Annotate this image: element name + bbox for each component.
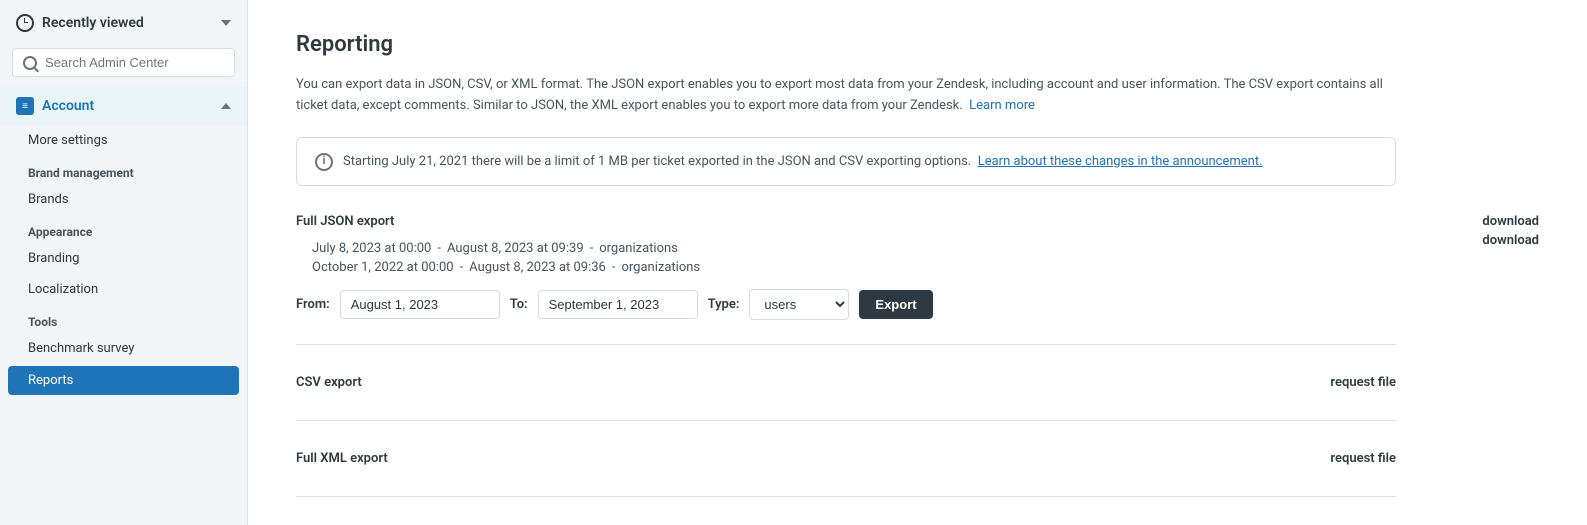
page-title: Reporting — [296, 32, 1539, 57]
search-input[interactable] — [45, 55, 224, 70]
sidebar-group-appearance: Appearance — [0, 215, 247, 243]
recently-viewed-label: Recently viewed — [42, 15, 144, 31]
full-json-export-content: Full JSON export July 8, 2023 at 00:00 -… — [296, 214, 933, 320]
info-icon: i — [315, 153, 333, 171]
main-content: Reporting You can export data in JSON, C… — [248, 0, 1587, 525]
clock-icon — [16, 14, 34, 32]
sidebar-item-brands[interactable]: Brands — [0, 184, 247, 215]
download-link-1[interactable]: download — [1459, 214, 1539, 229]
sidebar-item-more-settings[interactable]: More settings — [0, 125, 247, 156]
account-section-label-wrapper: Account — [16, 97, 94, 115]
sidebar-group-tools: Tools — [0, 305, 247, 333]
description-text: You can export data in JSON, CSV, or XML… — [296, 75, 1396, 117]
full-json-header-row: Full JSON export July 8, 2023 at 00:00 -… — [296, 214, 1539, 320]
export-row-1-from: July 8, 2023 at 00:00 — [312, 241, 431, 256]
from-to-bar: From: To: Type: users tickets organizati… — [296, 289, 933, 320]
sidebar-item-reports[interactable]: Reports — [8, 366, 239, 395]
type-label: Type: — [708, 297, 740, 312]
search-icon — [23, 56, 37, 70]
export-row-2-to: August 8, 2023 at 09:36 — [469, 260, 606, 275]
user-xml-export-section: User XML export request file — [296, 513, 1396, 525]
export-row-2-from: October 1, 2022 at 00:00 — [312, 260, 454, 275]
info-banner: i Starting July 21, 2021 there will be a… — [296, 137, 1396, 187]
info-banner-text: Starting July 21, 2021 there will be a l… — [343, 152, 1263, 172]
announcement-link[interactable]: Learn about these changes in the announc… — [978, 154, 1263, 169]
xml-request-file-link[interactable]: request file — [1330, 451, 1396, 466]
search-input-wrapper[interactable] — [12, 48, 235, 77]
type-select[interactable]: users tickets organizations — [749, 289, 849, 320]
csv-request-file-link[interactable]: request file — [1330, 375, 1396, 390]
full-json-export-section: Full JSON export July 8, 2023 at 00:00 -… — [296, 214, 1539, 320]
from-input[interactable] — [340, 290, 500, 319]
chevron-down-icon — [221, 20, 231, 26]
sidebar-item-benchmark-survey[interactable]: Benchmark survey — [0, 333, 247, 364]
full-json-export-label: Full JSON export — [296, 214, 933, 229]
export-row-1-to: August 8, 2023 at 09:39 — [447, 241, 584, 256]
sidebar: Recently viewed Account More settings Br… — [0, 0, 248, 525]
export-rows: July 8, 2023 at 00:00 - August 8, 2023 a… — [312, 241, 933, 275]
divider-2 — [296, 420, 1396, 421]
export-row-2-type: organizations — [621, 260, 700, 275]
full-xml-export-label: Full XML export — [296, 451, 1330, 466]
export-row-1: July 8, 2023 at 00:00 - August 8, 2023 a… — [312, 241, 933, 256]
to-label: To: — [510, 297, 528, 312]
full-xml-export-section: Full XML export request file — [296, 437, 1396, 480]
export-row-2: October 1, 2022 at 00:00 - August 8, 202… — [312, 260, 933, 275]
sidebar-group-brand-management: Brand management — [0, 156, 247, 184]
divider-3 — [296, 496, 1396, 497]
account-label: Account — [42, 98, 94, 114]
downloads-column: download download — [1459, 214, 1539, 248]
export-row-1-type: organizations — [599, 241, 678, 256]
divider-1 — [296, 344, 1396, 345]
sidebar-item-branding[interactable]: Branding — [0, 243, 247, 274]
chevron-up-icon — [221, 103, 231, 109]
csv-export-section: CSV export request file — [296, 361, 1396, 404]
learn-more-link[interactable]: Learn more — [969, 98, 1035, 113]
account-section-header[interactable]: Account — [0, 87, 247, 125]
sidebar-item-localization[interactable]: Localization — [0, 274, 247, 305]
from-label: From: — [296, 297, 330, 312]
account-icon — [16, 97, 34, 115]
export-button[interactable]: Export — [859, 290, 932, 319]
recently-viewed-label-wrapper: Recently viewed — [16, 14, 144, 32]
download-link-2[interactable]: download — [1459, 233, 1539, 248]
recently-viewed-header[interactable]: Recently viewed — [0, 0, 247, 42]
csv-export-label: CSV export — [296, 375, 1330, 390]
to-input[interactable] — [538, 290, 698, 319]
search-container — [0, 42, 247, 87]
